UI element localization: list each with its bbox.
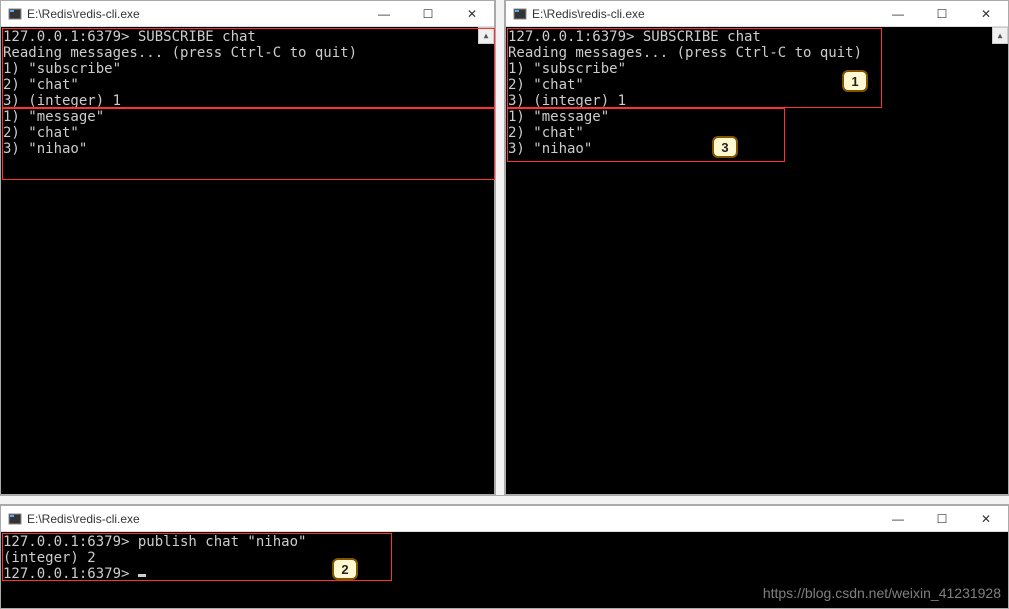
maximize-button[interactable]: ☐ <box>920 506 964 531</box>
terminal-line: 127.0.0.1:6379> <box>3 566 1006 582</box>
window-controls: — ☐ ✕ <box>362 1 494 26</box>
terminal-output-right[interactable]: 127.0.0.1:6379> SUBSCRIBE chat Reading m… <box>506 27 1008 494</box>
terminal-line: 1) "message" <box>3 109 492 125</box>
window-controls: — ☐ ✕ <box>876 506 1008 531</box>
terminal-line: 1) "subscribe" <box>3 61 492 77</box>
close-button[interactable]: ✕ <box>964 1 1008 26</box>
terminal-line: Reading messages... (press Ctrl-C to qui… <box>508 45 1006 61</box>
annotation-badge-1: 1 <box>842 70 868 92</box>
terminal-window-right: E:\Redis\redis-cli.exe — ☐ ✕ 127.0.0.1:6… <box>505 0 1009 495</box>
window-title: E:\Redis\redis-cli.exe <box>532 7 876 21</box>
annotation-badge-2: 2 <box>332 558 358 580</box>
terminal-line: 2) "chat" <box>3 125 492 141</box>
titlebar-bottom[interactable]: E:\Redis\redis-cli.exe — ☐ ✕ <box>1 506 1008 532</box>
terminal-window-left: E:\Redis\redis-cli.exe — ☐ ✕ 127.0.0.1:6… <box>0 0 495 495</box>
terminal-line: 2) "chat" <box>508 125 1006 141</box>
app-icon <box>512 6 528 22</box>
terminal-line: 3) "nihao" <box>508 141 1006 157</box>
cursor-icon <box>138 574 146 577</box>
terminal-line: 3) (integer) 1 <box>3 93 492 109</box>
terminal-line: 2) "chat" <box>3 77 492 93</box>
close-button[interactable]: ✕ <box>450 1 494 26</box>
terminal-line: 127.0.0.1:6379> publish chat "nihao" <box>3 534 1006 550</box>
terminal-line: 2) "chat" <box>508 77 1006 93</box>
terminal-line: 1) "subscribe" <box>508 61 1006 77</box>
splitter-vertical[interactable] <box>495 0 505 495</box>
close-button[interactable]: ✕ <box>964 506 1008 531</box>
window-title: E:\Redis\redis-cli.exe <box>27 512 876 526</box>
maximize-button[interactable]: ☐ <box>920 1 964 26</box>
minimize-button[interactable]: — <box>876 1 920 26</box>
titlebar-left[interactable]: E:\Redis\redis-cli.exe — ☐ ✕ <box>1 1 494 27</box>
minimize-button[interactable]: — <box>876 506 920 531</box>
splitter-horizontal[interactable] <box>0 495 1009 505</box>
app-icon <box>7 511 23 527</box>
terminal-line: 3) "nihao" <box>3 141 492 157</box>
minimize-button[interactable]: — <box>362 1 406 26</box>
terminal-line: 1) "message" <box>508 109 1006 125</box>
app-icon <box>7 6 23 22</box>
scroll-up-button[interactable]: ▲ <box>992 27 1008 44</box>
window-controls: — ☐ ✕ <box>876 1 1008 26</box>
terminal-line: Reading messages... (press Ctrl-C to qui… <box>3 45 492 61</box>
scroll-up-button[interactable]: ▲ <box>478 27 494 44</box>
terminal-line: 127.0.0.1:6379> SUBSCRIBE chat <box>508 29 1006 45</box>
annotation-badge-3: 3 <box>712 136 738 158</box>
terminal-output-left[interactable]: 127.0.0.1:6379> SUBSCRIBE chat Reading m… <box>1 27 494 494</box>
window-title: E:\Redis\redis-cli.exe <box>27 7 362 21</box>
terminal-line: 127.0.0.1:6379> SUBSCRIBE chat <box>3 29 492 45</box>
terminal-line: 3) (integer) 1 <box>508 93 1006 109</box>
titlebar-right[interactable]: E:\Redis\redis-cli.exe — ☐ ✕ <box>506 1 1008 27</box>
terminal-line: (integer) 2 <box>3 550 1006 566</box>
terminal-window-bottom: E:\Redis\redis-cli.exe — ☐ ✕ 127.0.0.1:6… <box>0 505 1009 609</box>
maximize-button[interactable]: ☐ <box>406 1 450 26</box>
terminal-output-bottom[interactable]: 127.0.0.1:6379> publish chat "nihao" (in… <box>1 532 1008 608</box>
